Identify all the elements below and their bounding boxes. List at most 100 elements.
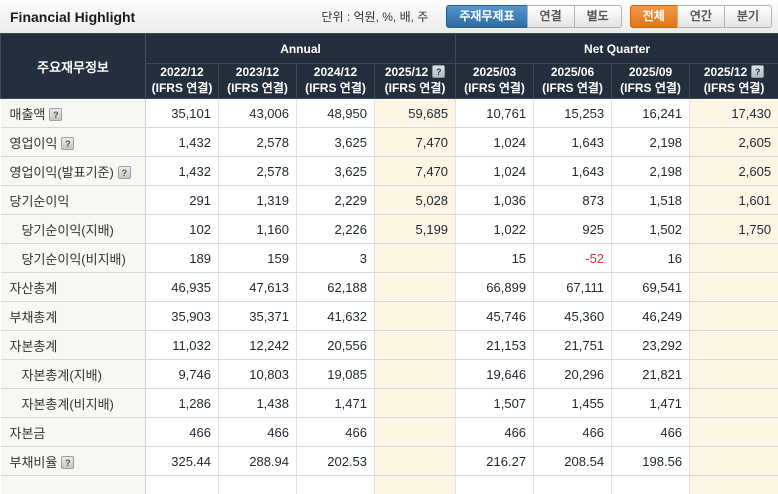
column-basis: (IFRS 연결)	[305, 81, 366, 95]
help-icon[interactable]: ?	[117, 165, 131, 179]
value-cell: 216.27	[455, 446, 535, 476]
value-cell: 12,242	[218, 330, 297, 360]
statement-filter-button[interactable]: 별도	[573, 5, 622, 28]
period-filter-group: 전체 연간 분기	[629, 5, 772, 28]
value-cell: 7,470	[373, 156, 457, 186]
row-label-cell: 부채비율?	[0, 446, 146, 476]
row-label: 자본총계	[9, 338, 58, 354]
value-cell: 10,803	[218, 359, 297, 389]
value-cell	[373, 330, 457, 360]
value-cell: 35,371	[218, 301, 297, 331]
column-header: 2024/12 (IFRS 연결)	[296, 63, 375, 99]
row-label-cell: 당기순이익(지배)	[0, 214, 146, 244]
value-cell: 1,643	[533, 127, 613, 157]
column-header: 2022/12 (IFRS 연결)	[145, 63, 219, 99]
table-row: 자본총계 11,032 12,242 20,556 21,153 21,751 23,292	[0, 330, 778, 360]
value-cell	[373, 243, 457, 273]
value-cell: 20,556	[296, 330, 375, 360]
row-label-cell: 부채총계	[0, 301, 146, 331]
row-label: 당기순이익(비지배)	[21, 251, 126, 267]
statement-filter-button[interactable]: 연결	[526, 5, 575, 28]
value-cell: 46,935	[145, 272, 219, 302]
value-cell: 1,432	[145, 156, 219, 186]
column-basis: (IFRS 연결)	[464, 81, 525, 95]
units-label: 단위 : 억원, %, 배, 주	[321, 10, 429, 24]
value-cell: 66,899	[455, 272, 535, 302]
value-cell: 2,578	[218, 127, 297, 157]
row-label-cell: 당기순이익(비지배)	[0, 243, 146, 273]
value-cell: 21,751	[533, 330, 613, 360]
value-cell	[533, 475, 613, 494]
row-label-cell: 영업이익(발표기준)?	[0, 156, 146, 186]
value-cell: 102	[145, 214, 219, 244]
statement-filter-group: 주재무제표 연결 별도	[446, 5, 622, 28]
value-cell: 5,199	[373, 214, 457, 244]
period-filter-button[interactable]: 연간	[676, 5, 725, 28]
value-cell: 35,903	[145, 301, 219, 331]
value-cell: 43,006	[218, 98, 297, 128]
value-cell	[373, 475, 457, 494]
value-cell	[296, 475, 375, 494]
column-header: 2025/12? (IFRS 연결)	[373, 63, 457, 99]
value-cell: 21,821	[611, 359, 691, 389]
value-cell	[145, 475, 219, 494]
value-cell: 41,632	[296, 301, 375, 331]
help-icon[interactable]: ?	[61, 455, 75, 469]
value-cell	[218, 475, 297, 494]
statement-filter-button[interactable]: 주재무제표	[446, 5, 528, 28]
table-header: 주요재무정보 Annual Net Quarter 2022/12 (IFRS 연결)…	[0, 33, 778, 99]
period-filter-button[interactable]: 전체	[629, 5, 678, 28]
value-cell: 466	[296, 417, 375, 447]
toolbar: Financial Highlight 단위 : 억원, %, 배, 주 주재무…	[0, 0, 778, 33]
value-cell: 1,601	[689, 185, 778, 215]
value-cell: 2,605	[689, 156, 778, 186]
value-cell: 19,085	[296, 359, 375, 389]
value-cell: 3,625	[296, 127, 375, 157]
row-label: 영업이익	[9, 135, 58, 151]
value-cell: 69,541	[611, 272, 691, 302]
value-cell	[689, 301, 778, 331]
help-icon[interactable]: ?	[432, 65, 446, 79]
value-cell: 1,160	[218, 214, 297, 244]
column-header: 2023/12 (IFRS 연결)	[218, 63, 297, 99]
row-label-cell: 매출액?	[0, 98, 146, 128]
value-cell: 202.53	[296, 446, 375, 476]
value-cell: 1,286	[145, 388, 219, 418]
column-basis: (IFRS 연결)	[703, 81, 765, 95]
value-cell: 3	[296, 243, 375, 273]
value-cell: 46,249	[611, 301, 691, 331]
value-cell: 19,646	[455, 359, 535, 389]
table-row: 영업이익(발표기준)? 1,432 2,578 3,625 7,470 1,024 1,64…	[0, 156, 778, 186]
value-cell: 16,241	[611, 98, 691, 128]
table-row: 당기순이익 291 1,319 2,229 5,028 1,036 873 1,518 1,60…	[0, 185, 778, 215]
value-cell: 873	[533, 185, 613, 215]
value-cell	[689, 359, 778, 389]
column-date: 2022/12	[160, 65, 204, 80]
value-cell	[373, 301, 457, 331]
value-cell	[689, 446, 778, 476]
value-cell: 15	[455, 243, 535, 273]
value-cell: 159	[218, 243, 297, 273]
financial-table: 주요재무정보 Annual Net Quarter 2022/12 (IFRS 연결)…	[0, 33, 778, 494]
financial-highlight-widget: Financial Highlight 단위 : 억원, %, 배, 주 주재무…	[0, 0, 778, 494]
table-row-partial	[0, 475, 778, 494]
help-icon[interactable]: ?	[49, 107, 63, 121]
help-icon[interactable]: ?	[61, 136, 75, 150]
value-cell: 5,028	[373, 185, 457, 215]
column-header: 2025/06 (IFRS 연결)	[533, 63, 613, 99]
value-cell: 20,296	[533, 359, 613, 389]
column-group-header: Annual	[144, 33, 457, 64]
value-cell: 47,613	[218, 272, 297, 302]
column-date: 2025/06	[550, 65, 595, 80]
row-label: 당기순이익(지배)	[21, 222, 114, 238]
value-cell: 1,502	[611, 214, 691, 244]
row-label-cell: 자본금	[0, 417, 146, 447]
row-label: 자본금	[9, 425, 46, 441]
value-cell: 2,198	[611, 156, 691, 186]
period-filter-button[interactable]: 분기	[723, 5, 772, 28]
value-cell: 7,470	[373, 127, 457, 157]
help-icon[interactable]: ?	[751, 65, 765, 79]
value-cell: 48,950	[296, 98, 375, 128]
value-cell: 466	[218, 417, 297, 447]
value-cell: 1,507	[455, 388, 535, 418]
